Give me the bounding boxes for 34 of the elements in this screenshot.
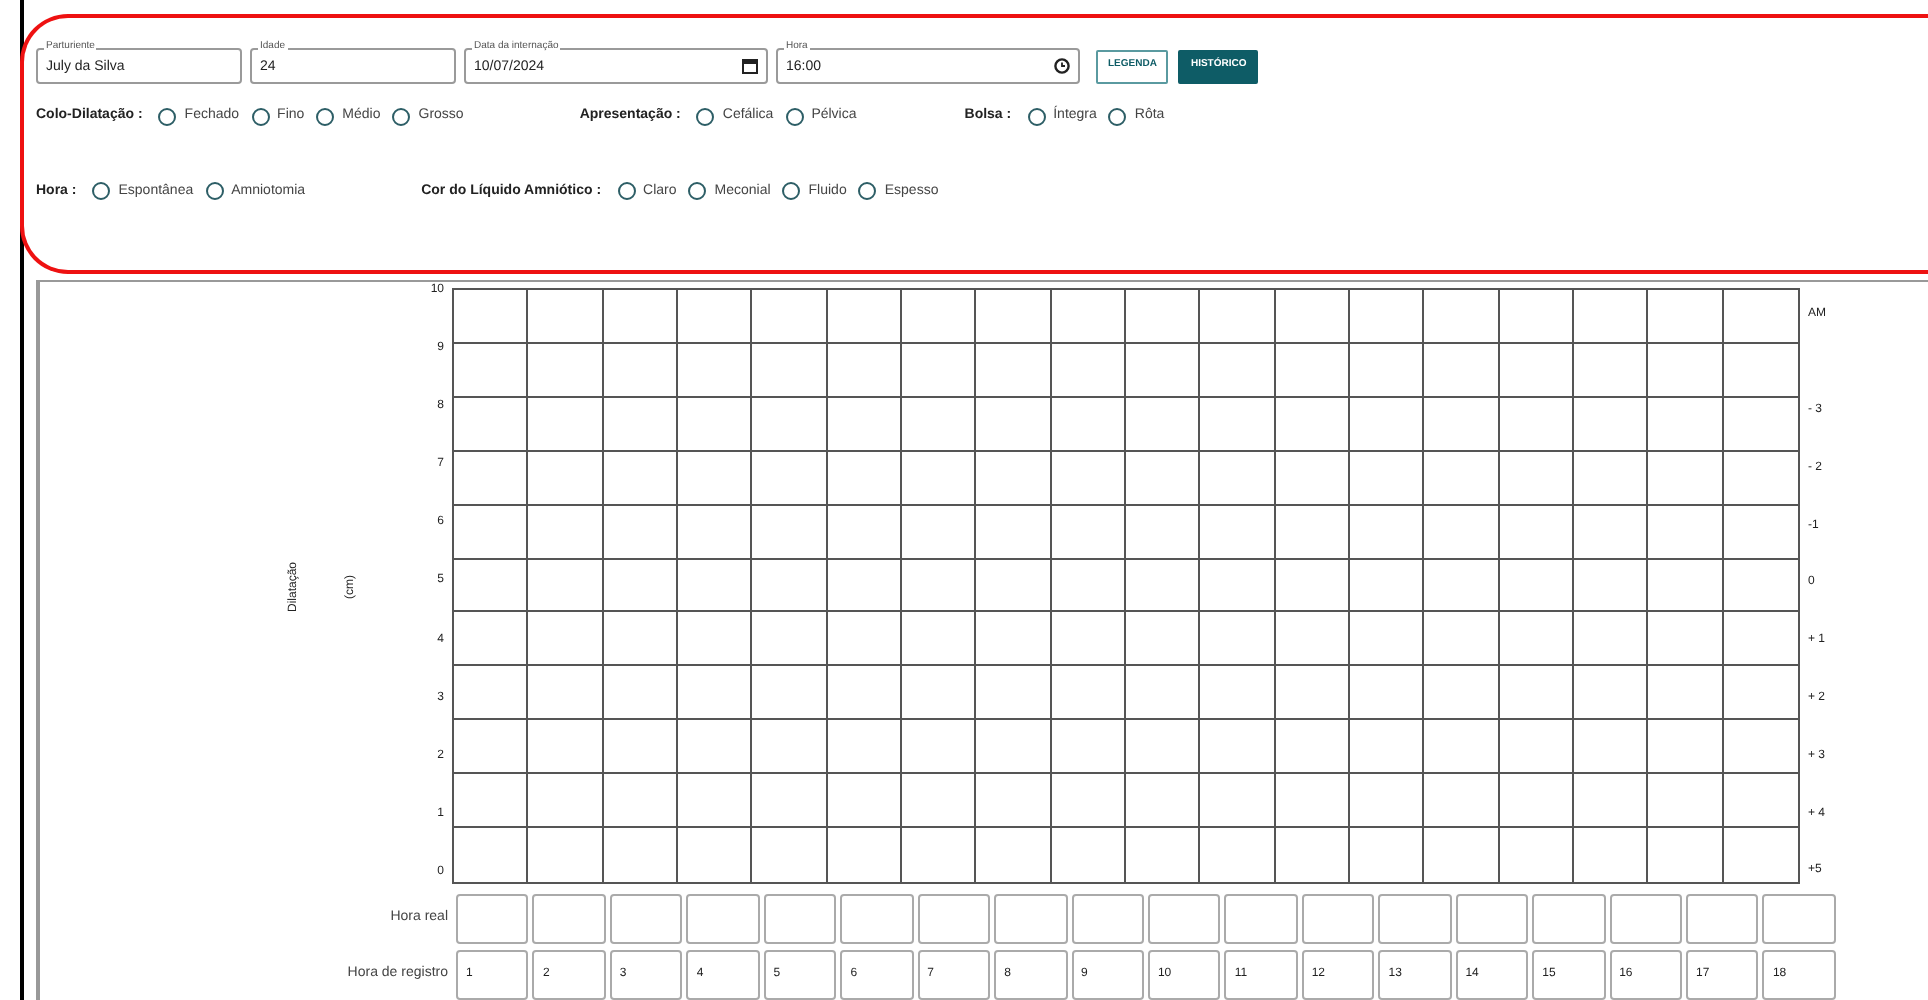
time-input[interactable] <box>994 894 1067 944</box>
time-input[interactable] <box>1532 894 1606 944</box>
radio-button[interactable] <box>92 182 111 201</box>
radio-button[interactable] <box>782 182 801 201</box>
time-input[interactable] <box>609 894 683 944</box>
radio-button[interactable] <box>316 107 335 126</box>
time-input[interactable] <box>917 894 991 944</box>
radio-button[interactable] <box>392 107 411 126</box>
time-input[interactable] <box>686 894 760 944</box>
time-input[interactable] <box>1224 894 1298 944</box>
time-input[interactable] <box>1301 894 1375 944</box>
radio-button[interactable] <box>1027 107 1046 126</box>
radio-button[interactable] <box>617 182 636 201</box>
radio-button[interactable] <box>158 107 177 126</box>
time-input[interactable] <box>456 894 529 944</box>
time-input[interactable] <box>840 894 914 944</box>
time-input[interactable] <box>1762 894 1836 944</box>
radio-button[interactable] <box>785 107 804 126</box>
time-input[interactable] <box>1378 894 1452 944</box>
calendar-icon[interactable] <box>742 58 758 74</box>
radio-button[interactable] <box>1108 107 1127 126</box>
time-input[interactable] <box>1071 894 1144 944</box>
time-input[interactable] <box>1455 894 1529 944</box>
time-input[interactable] <box>1147 894 1221 944</box>
time-input[interactable] <box>1609 894 1682 944</box>
radio-button[interactable] <box>696 107 715 126</box>
clock-icon[interactable] <box>1054 58 1070 74</box>
radio-button[interactable] <box>858 182 877 201</box>
time-input[interactable] <box>1686 894 1759 944</box>
radio-button[interactable] <box>205 182 224 201</box>
time-input[interactable] <box>532 894 606 944</box>
time-input[interactable] <box>763 894 837 944</box>
radio-button[interactable] <box>251 107 270 126</box>
radio-button[interactable] <box>688 182 707 201</box>
